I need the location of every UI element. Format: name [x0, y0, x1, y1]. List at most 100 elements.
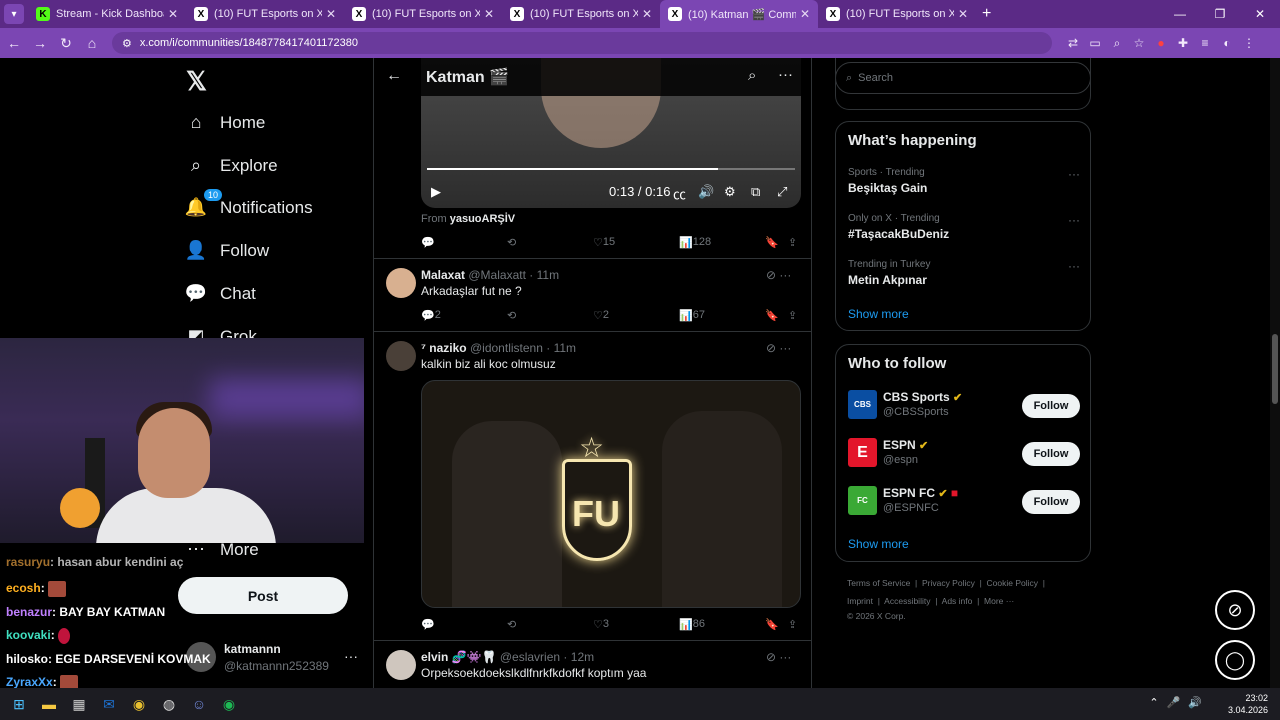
from-user[interactable]: yasuoARŞİV — [450, 213, 515, 225]
footer-link[interactable]: Cookie Policy — [987, 578, 1039, 588]
sidebar-item-follow[interactable]: 👤 Follow — [184, 240, 269, 261]
follow-button[interactable]: Follow — [1022, 490, 1080, 514]
more-dots-icon[interactable]: ··· — [1068, 213, 1080, 227]
tweet-options[interactable]: ⊘ ··· — [766, 268, 791, 282]
outlook-icon[interactable]: ✉ — [98, 694, 120, 714]
fullscreen-icon[interactable]: ⤢ — [777, 184, 787, 200]
search-icon[interactable]: ⌕ — [748, 67, 756, 84]
sidebar-item-chat[interactable]: 💬 Chat — [184, 283, 256, 304]
close-icon[interactable]: ✕ — [958, 7, 968, 21]
page-scrollbar[interactable] — [1270, 58, 1280, 688]
browser-tab[interactable]: K Stream - Kick Dashboard ✕ — [28, 0, 186, 28]
post-button[interactable]: Post — [178, 577, 348, 614]
show-more-link[interactable]: Show more — [848, 307, 909, 321]
reply-button[interactable]: 💬 2 — [421, 309, 441, 322]
spotify-icon[interactable]: ◉ — [218, 694, 240, 714]
trend-item[interactable]: Sports · Trending Beşiktaş Gain ··· — [848, 167, 1080, 195]
tab-search-button[interactable]: ▾ — [4, 4, 24, 24]
trend-item[interactable]: Only on X · Trending #TaşacakBuDeniz ··· — [848, 213, 1080, 241]
retweet-icon[interactable]: ⟲ — [507, 236, 516, 249]
more-dots-icon[interactable]: ··· — [1068, 167, 1080, 181]
footer-link[interactable]: Privacy Policy — [922, 578, 975, 588]
x-logo-icon[interactable]: 𝕏 — [186, 66, 207, 97]
follow-button[interactable]: Follow — [1022, 442, 1080, 466]
account-switcher[interactable]: katmannn @katmannn252389 ··· — [186, 640, 366, 680]
share-icon[interactable]: ⇪ — [788, 236, 797, 249]
profile-avatar-icon[interactable]: ◐ — [1216, 36, 1238, 50]
tweet-image[interactable]: ☆ FU — [421, 380, 801, 608]
follow-suggestion[interactable]: FC ESPN FC ✔ ■ @ESPNFC Follow — [848, 486, 1080, 520]
sidebar-item-home[interactable]: ⌂ Home — [184, 112, 266, 133]
browser-tab[interactable]: X (10) FUT Esports on X: "FIFA yaş ✕ — [186, 0, 344, 28]
reading-list-icon[interactable]: ≡ — [1194, 36, 1216, 50]
extension-red-icon[interactable]: ● — [1150, 36, 1172, 50]
avatar[interactable] — [386, 268, 416, 298]
follow-suggestion[interactable]: CBS CBS Sports ✔ @CBSSports Follow — [848, 390, 1080, 424]
more-dots-icon[interactable]: ··· — [778, 66, 793, 83]
tweet-options[interactable]: ⊘ ··· — [766, 650, 791, 664]
tweet-author[interactable]: elvin 🧬👾🦷 — [421, 650, 497, 664]
grok-fab-icon[interactable]: ⊘ — [1215, 590, 1255, 630]
footer-link[interactable]: Ads info — [942, 596, 973, 606]
reply-icon[interactable]: 💬 — [421, 236, 435, 249]
captions-icon[interactable]: ㏄ — [673, 184, 686, 203]
file-explorer-icon[interactable]: ▬ — [38, 694, 60, 714]
follow-button[interactable]: Follow — [1022, 394, 1080, 418]
avatar[interactable] — [386, 650, 416, 680]
bookmark-icon[interactable]: 🔖 — [765, 618, 779, 631]
back-icon[interactable]: ← — [2, 35, 26, 51]
tweet-author[interactable]: ⁷ naziko — [421, 341, 467, 355]
tweet-author[interactable]: Malaxat — [421, 268, 465, 282]
more-dots-icon[interactable]: ··· — [1068, 259, 1080, 273]
retweet-icon[interactable]: ⟲ — [507, 618, 516, 631]
minimize-icon[interactable]: — — [1160, 7, 1200, 21]
browser-tab-active[interactable]: X (10) Katman 🎬 Community / X ✕ — [660, 0, 818, 28]
share-icon[interactable]: ⇪ — [788, 618, 797, 631]
translate-icon[interactable]: ⇄ — [1062, 36, 1084, 50]
bookmark-icon[interactable]: 🔖 — [765, 309, 779, 322]
store-icon[interactable]: ▦ — [68, 694, 90, 714]
new-tab-icon[interactable]: + — [982, 5, 991, 23]
back-arrow-icon[interactable]: ← — [386, 67, 402, 85]
footer-link[interactable]: Accessibility — [884, 596, 930, 606]
more-dots-icon[interactable]: ··· — [344, 648, 358, 664]
browser-tab[interactable]: X (10) FUT Esports on X: "Sims ta ✕ — [502, 0, 660, 28]
extensions-puzzle-icon[interactable]: ✚ — [1172, 36, 1194, 50]
close-icon[interactable]: ✕ — [168, 7, 178, 21]
browser-tab[interactable]: X (10) FUT Esports on X: "Katman ✕ — [344, 0, 502, 28]
forward-icon[interactable]: → — [28, 35, 52, 51]
browser-menu-icon[interactable]: ⋮ — [1238, 36, 1260, 50]
share-icon[interactable]: ⇪ — [788, 309, 797, 322]
url-field[interactable]: ⚙ x.com/i/communities/184877841740117238… — [112, 32, 1052, 54]
microphone-icon[interactable]: 🎤 — [1167, 697, 1189, 709]
show-more-link[interactable]: Show more — [848, 537, 909, 551]
speaker-icon[interactable]: 🔊 — [1188, 697, 1210, 709]
trend-item[interactable]: Trending in Turkey Metin Akpınar ··· — [848, 259, 1080, 287]
cast-icon[interactable]: ▭ — [1084, 36, 1106, 50]
messages-fab-icon[interactable]: ◯ — [1215, 640, 1255, 680]
system-clock[interactable]: 23:02 3.04.2026 — [1228, 692, 1268, 716]
bookmark-icon[interactable]: 🔖 — [765, 236, 779, 249]
browser-tab[interactable]: X (10) FUT Esports on X: "Fall Guy ✕ — [818, 0, 976, 28]
play-icon[interactable]: ▶ — [431, 184, 441, 200]
views-button[interactable]: 📊 128 — [679, 236, 711, 249]
footer-link[interactable]: Terms of Service — [847, 578, 910, 588]
views-button[interactable]: 📊 86 — [679, 618, 705, 631]
close-icon[interactable]: ✕ — [326, 7, 336, 21]
reload-icon[interactable]: ↻ — [54, 35, 78, 52]
retweet-icon[interactable]: ⟲ — [507, 309, 516, 322]
home-browser-icon[interactable]: ⌂ — [80, 35, 104, 51]
steam-icon[interactable]: ◍ — [158, 694, 180, 714]
like-button[interactable]: ♡ 15 — [593, 236, 615, 249]
follow-suggestion[interactable]: E ESPN ✔ @espn Follow — [848, 438, 1080, 472]
sidebar-item-notifications[interactable]: 🔔 10 Notifications — [184, 189, 313, 218]
windows-start-icon[interactable]: ⊞ — [8, 694, 30, 714]
reply-icon[interactable]: 💬 — [421, 618, 435, 631]
close-icon[interactable]: ✕ — [642, 7, 652, 21]
chrome-icon[interactable]: ◉ — [128, 694, 150, 714]
pip-icon[interactable]: ⧉ — [751, 184, 760, 200]
settings-icon[interactable]: ⚙ — [724, 184, 736, 200]
footer-link[interactable]: Imprint — [847, 596, 873, 606]
like-button[interactable]: ♡ 3 — [593, 618, 609, 631]
like-button[interactable]: ♡ 2 — [593, 309, 609, 322]
